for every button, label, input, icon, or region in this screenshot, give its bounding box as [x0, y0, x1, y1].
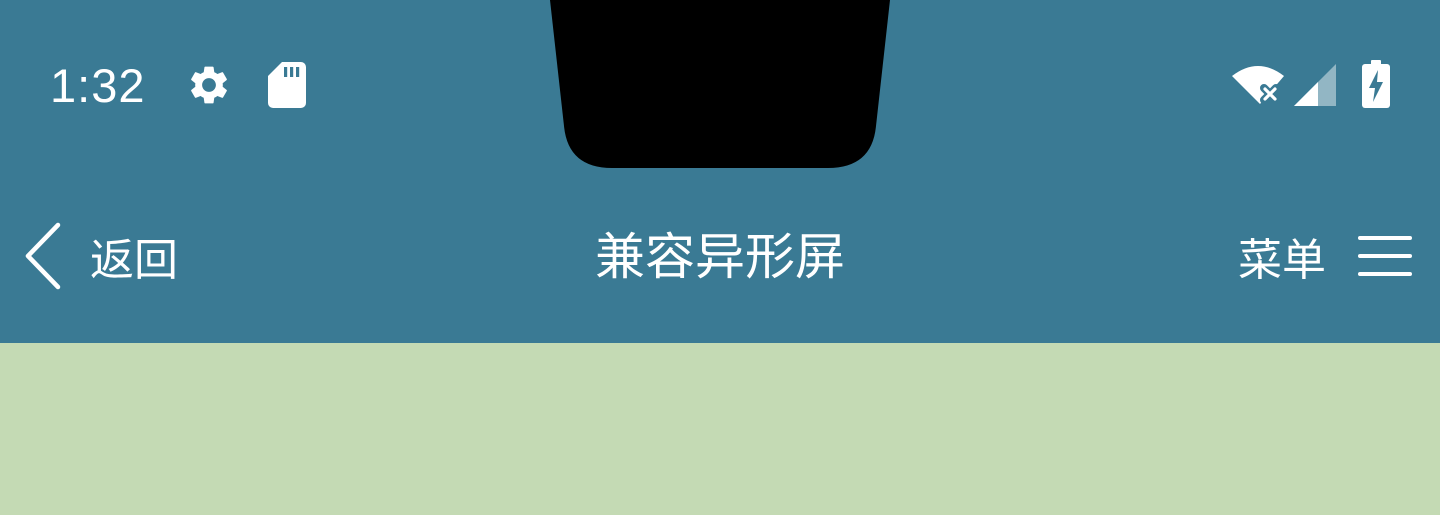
app-bar: 返回 兼容异形屏 菜单 — [0, 170, 1440, 343]
battery-charging-icon — [1362, 60, 1390, 108]
page-title: 兼容异形屏 — [595, 228, 845, 286]
menu-label: 菜单 — [1238, 235, 1326, 286]
status-time: 1:32 — [50, 59, 146, 112]
hamburger-menu-icon — [1358, 236, 1412, 276]
back-label: 返回 — [90, 235, 178, 286]
chevron-left-icon — [25, 222, 61, 290]
wifi-off-icon — [1232, 66, 1284, 104]
content-area — [0, 343, 1440, 515]
sd-card-icon — [268, 62, 306, 108]
display-notch — [550, 0, 890, 168]
phone-screen: 1:32 返回 兼容异形屏 菜单 — [0, 0, 1440, 515]
back-button[interactable]: 返回 — [20, 216, 178, 296]
header-area: 1:32 返回 兼容异形屏 菜单 — [0, 0, 1440, 343]
menu-button[interactable]: 菜单 — [1238, 216, 1414, 296]
cell-signal-icon — [1294, 64, 1336, 106]
gear-icon — [191, 66, 227, 104]
